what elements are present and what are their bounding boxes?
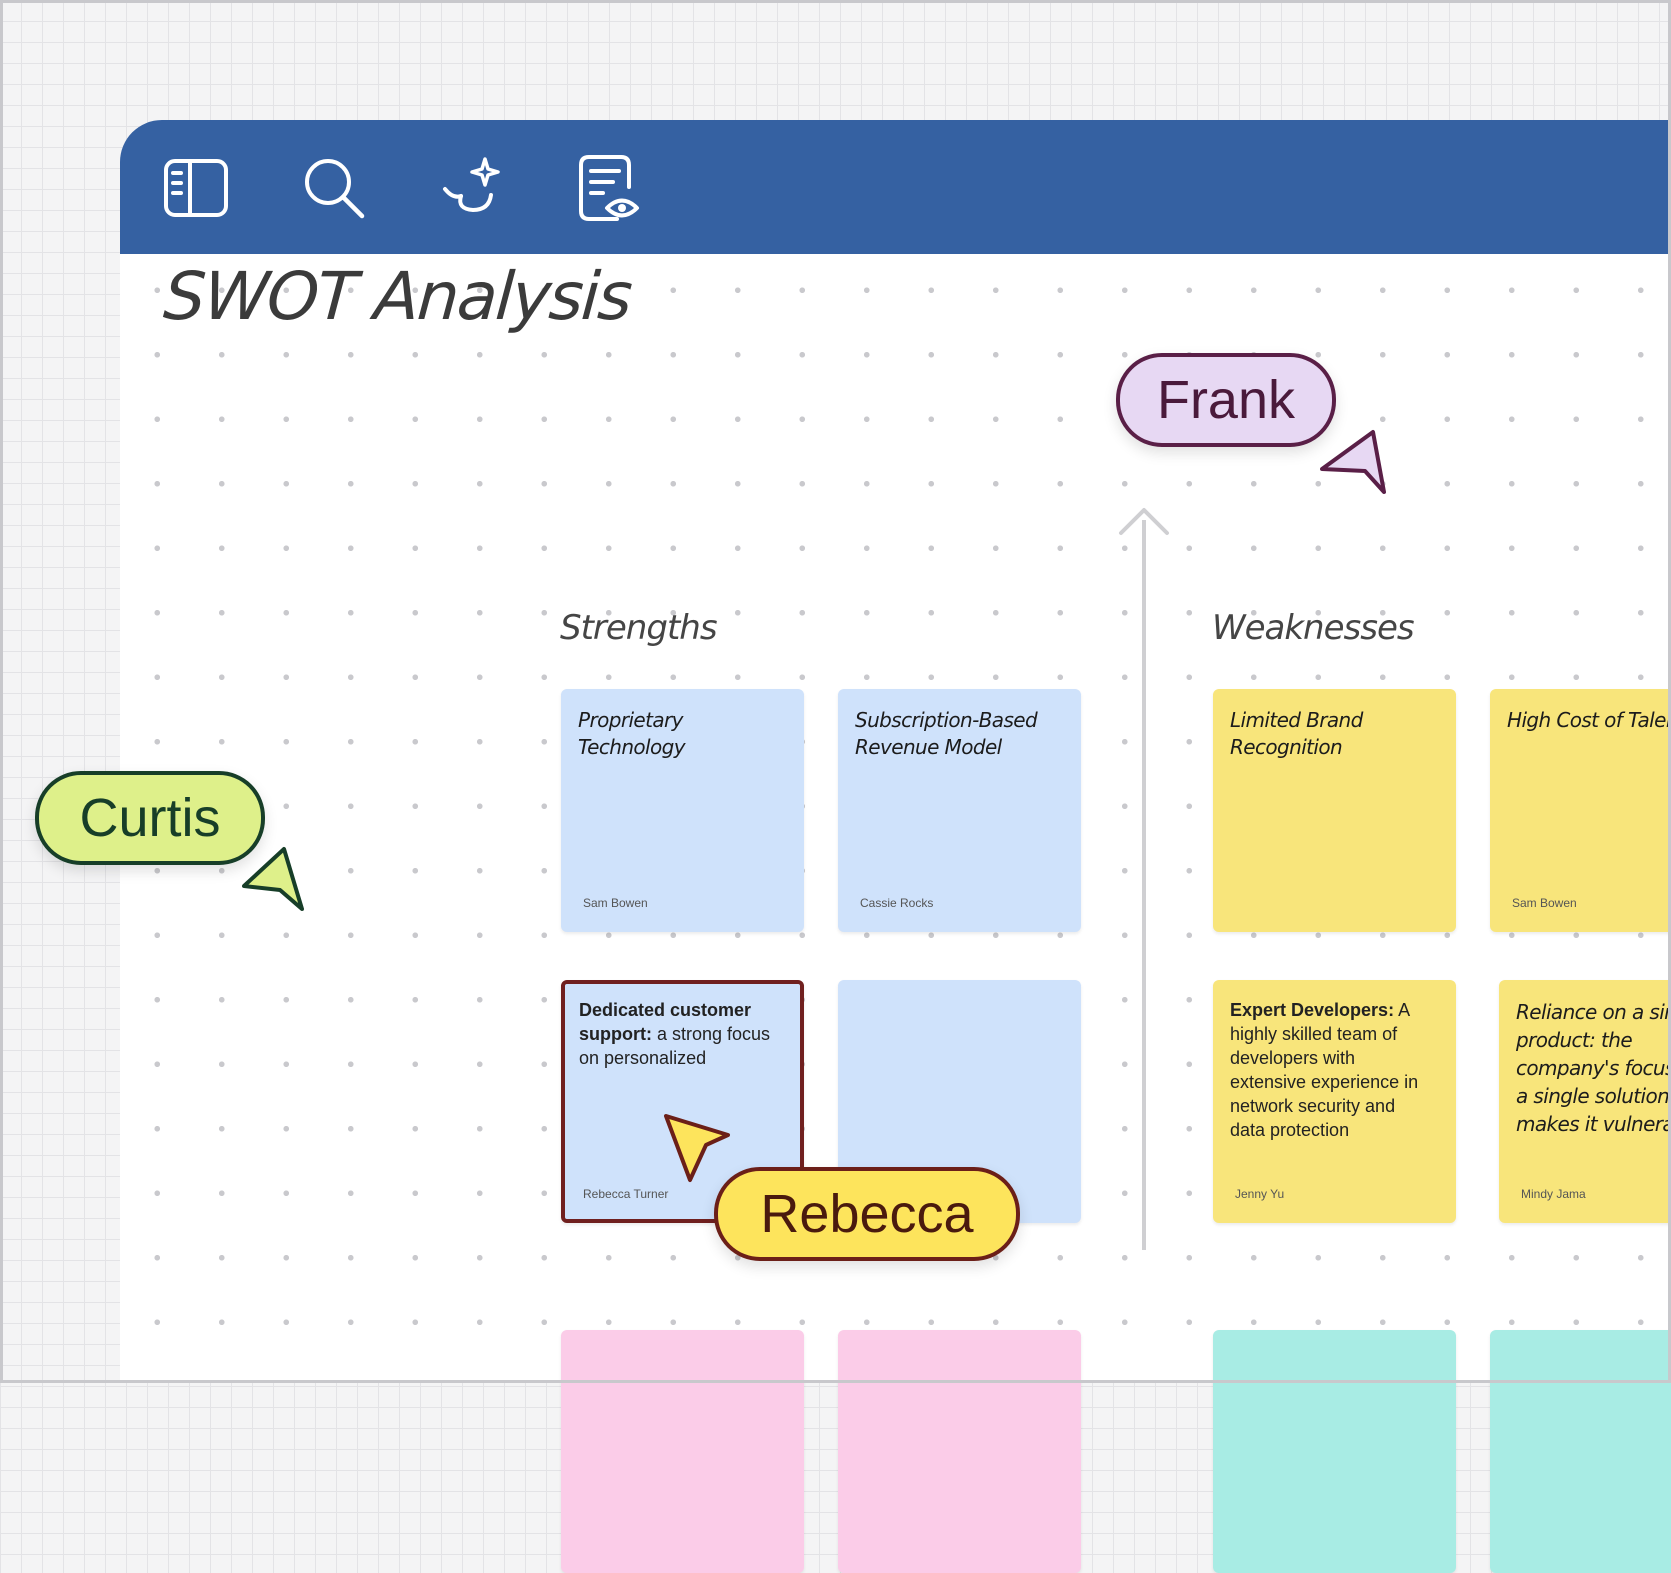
note-title: High Cost of Talent: [1507, 708, 1671, 732]
note-text: Dedicated customer support: a strong foc…: [579, 998, 775, 1070]
sticky-note[interactable]: [838, 1330, 1081, 1573]
note-author: Cassie Rocks: [860, 896, 934, 910]
sticky-note[interactable]: [561, 1330, 804, 1573]
sticky-note[interactable]: High Cost of Talent Sam Bowen: [1490, 689, 1671, 932]
note-author: Jenny Yu: [1235, 1187, 1285, 1201]
note-title: Reliance on a single product: the compan…: [1516, 1000, 1671, 1136]
note-author: Rebecca Turner: [583, 1187, 669, 1201]
note-text: Expert Developers: A highly skilled team…: [1230, 998, 1435, 1142]
note-title: Proprietary Technology: [578, 708, 686, 759]
collaborator-label-frank: Frank: [1116, 353, 1336, 447]
cursor-arrow-icon: [1320, 430, 1386, 494]
cursor-arrow-icon: [242, 847, 304, 911]
strengths-label[interactable]: Strengths: [560, 608, 718, 648]
weaknesses-label[interactable]: Weaknesses: [1212, 608, 1415, 648]
note-title: Subscription-Based Revenue Model: [855, 708, 1038, 759]
sticky-note[interactable]: Expert Developers: A highly skilled team…: [1213, 980, 1456, 1223]
collaborator-label-rebecca: Rebecca: [714, 1167, 1020, 1261]
sticky-note[interactable]: Proprietary Technology Sam Bowen: [561, 689, 804, 932]
note-title: Limited Brand Recognition: [1230, 708, 1363, 759]
note-body-text: A highly skilled team of developers with…: [1230, 1000, 1419, 1140]
sticky-note[interactable]: [1213, 1330, 1456, 1573]
sticky-note[interactable]: Limited Brand Recognition: [1213, 689, 1456, 932]
note-author: Sam Bowen: [1512, 896, 1577, 910]
sticky-note[interactable]: Reliance on a single product: the compan…: [1499, 980, 1671, 1223]
sticky-note[interactable]: [1490, 1330, 1671, 1573]
cursor-arrow-icon: [664, 1114, 730, 1182]
note-author: Sam Bowen: [583, 896, 648, 910]
sticky-note[interactable]: Subscription-Based Revenue Model Cassie …: [838, 689, 1081, 932]
note-author: Mindy Jama: [1521, 1187, 1586, 1201]
note-bold-text: Expert Developers:: [1230, 1000, 1395, 1020]
collaborator-label-curtis: Curtis: [35, 771, 265, 865]
